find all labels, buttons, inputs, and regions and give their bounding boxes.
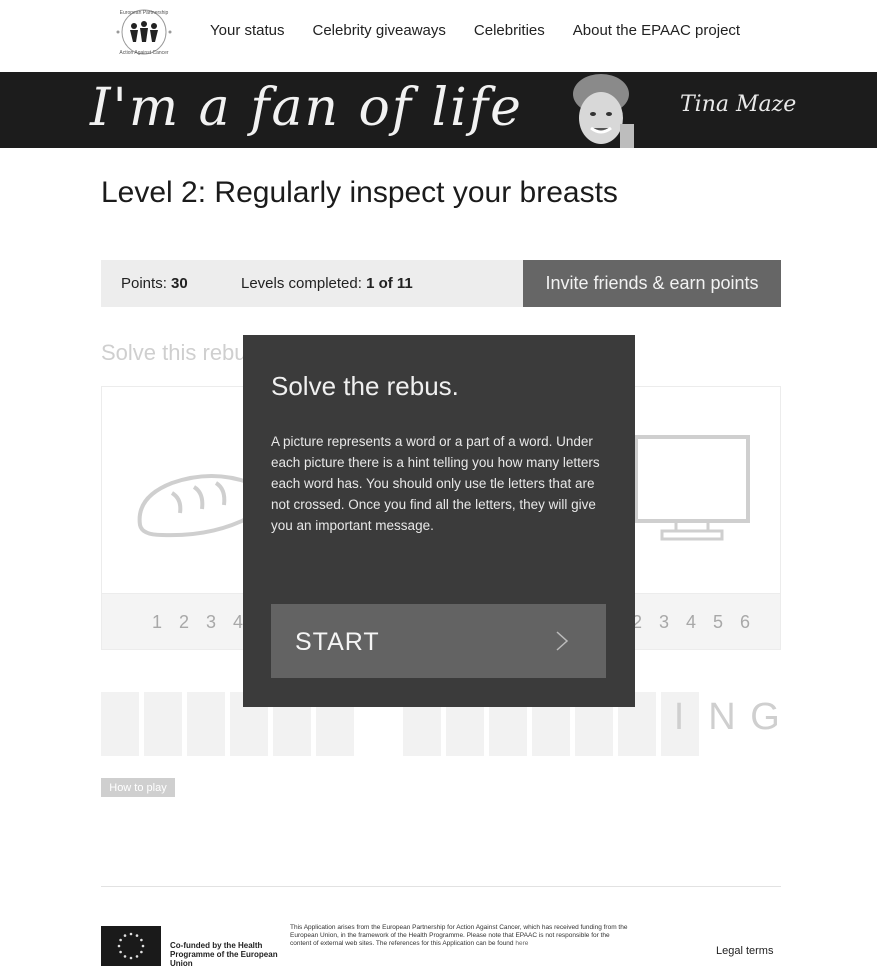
disclaimer-body: This Application arises from the Europea… [290, 924, 628, 947]
levels-label: Levels completed: [241, 275, 362, 292]
disclaimer-here-link[interactable]: here [515, 940, 528, 947]
banner-script-text: I'm a fan of life [90, 78, 523, 138]
rebus-heading: Solve this rebus [101, 340, 258, 365]
disclaimer-text: This Application arises from the Europea… [290, 924, 630, 948]
nav-your-status[interactable]: Your status [210, 22, 285, 39]
header: European Partnership Action Against Canc… [0, 0, 877, 64]
answer-letter: N [708, 696, 736, 738]
status-bar: Points: 30 Levels completed: 1 of 11 Inv… [101, 260, 781, 307]
eu-flag-icon [101, 926, 161, 966]
answer-box[interactable] [101, 692, 139, 756]
nav-celebrity-giveaways[interactable]: Celebrity giveaways [313, 22, 446, 39]
letter-count-right: 2 3 4 5 6 [632, 612, 757, 632]
tv-picture[interactable] [632, 431, 752, 551]
cofunded-text: Co-funded by the Health Programme of the… [170, 941, 278, 968]
points-value: 30 [171, 275, 188, 292]
answer-box[interactable] [144, 692, 182, 756]
page-title: Level 2: Regularly inspect your breasts [101, 176, 618, 209]
modal-title: Solve the rebus. [271, 371, 459, 401]
instructions-modal: Solve the rebus. A picture represents a … [243, 335, 635, 707]
svg-text:Action Against Cancer: Action Against Cancer [119, 50, 169, 56]
modal-instructions: A picture represents a word or a part of… [271, 434, 600, 533]
epaac-logo[interactable]: European Partnership Action Against Canc… [106, 4, 182, 60]
celebrity-photo [556, 72, 646, 148]
invite-friends-button[interactable]: Invite friends & earn points [523, 260, 781, 307]
celebrity-banner: I'm a fan of life Tina Maze [0, 72, 877, 148]
legal-terms-link[interactable]: Legal terms [716, 945, 773, 957]
svg-text:European Partnership: European Partnership [120, 10, 169, 16]
how-to-play-button[interactable]: How to play [101, 778, 175, 797]
bread-picture[interactable] [132, 447, 252, 547]
chevron-right-icon [554, 630, 570, 652]
footer-divider [101, 886, 781, 887]
answer-letter: G [750, 696, 780, 738]
levels-display: Levels completed: 1 of 11 [241, 275, 413, 292]
letter-count-left: 1 2 3 4 [152, 612, 250, 632]
start-button[interactable]: START [271, 604, 606, 678]
nav-celebrities[interactable]: Celebrities [474, 22, 545, 39]
celebrity-signature: Tina Maze [680, 92, 797, 117]
points-label: Points: [121, 275, 167, 292]
answer-box[interactable] [187, 692, 225, 756]
start-label: START [295, 628, 380, 656]
answer-letter: I [673, 696, 685, 738]
nav-about-epaac[interactable]: About the EPAAC project [573, 22, 740, 39]
points-display: Points: 30 [121, 275, 188, 292]
levels-value: 1 of 11 [366, 275, 413, 292]
main-nav: Your status Celebrity giveaways Celebrit… [210, 22, 740, 39]
